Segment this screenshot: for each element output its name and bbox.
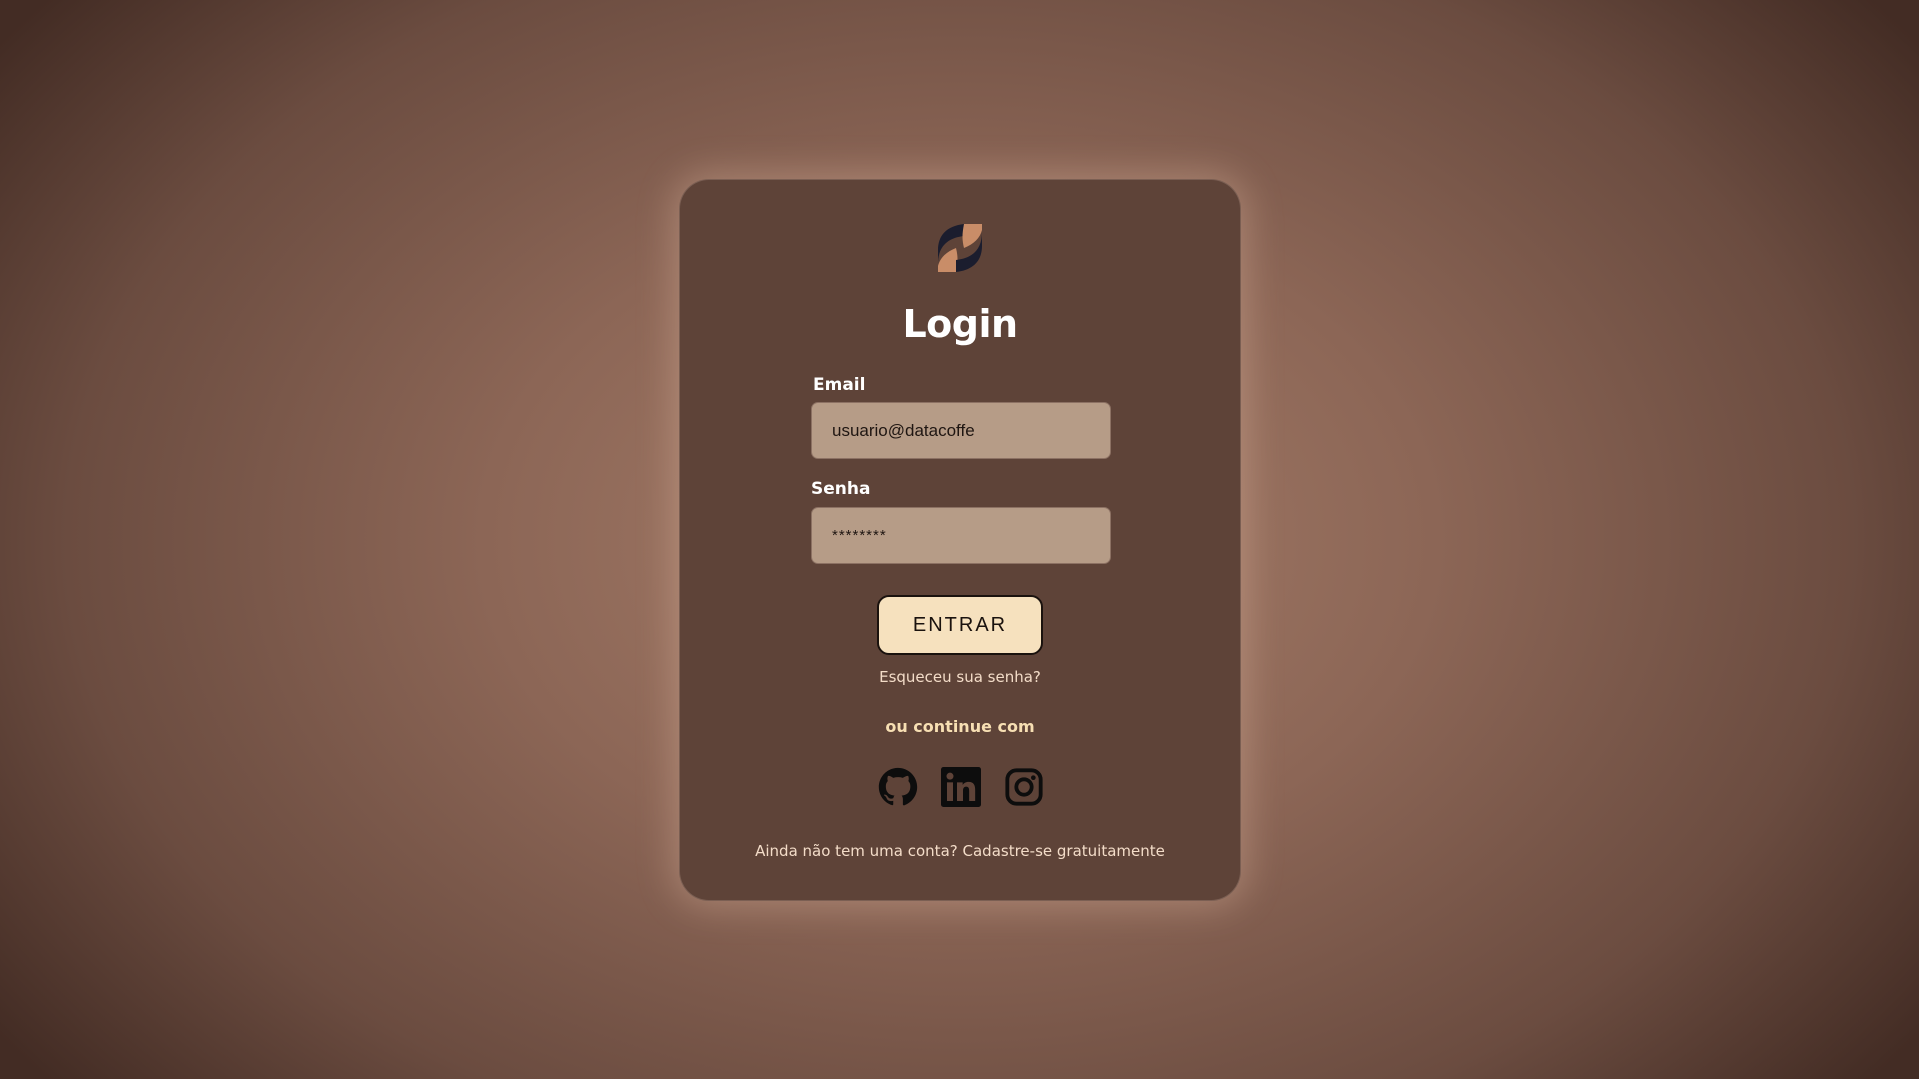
- signup-prompt-text: Ainda não tem uma conta?: [755, 842, 958, 860]
- forgot-password-link[interactable]: Esqueceu sua senha?: [680, 668, 1240, 686]
- password-field[interactable]: [811, 507, 1111, 564]
- social-login-heading: ou continue com: [885, 717, 1035, 736]
- page-title: Login: [902, 302, 1018, 346]
- signup-prompt: Ainda não tem uma conta? Cadastre-se gra…: [680, 842, 1240, 860]
- login-button[interactable]: ENTRAR: [877, 595, 1043, 655]
- signup-link[interactable]: Cadastre-se gratuitamente: [963, 842, 1165, 860]
- double-s-logo-icon: [938, 224, 982, 272]
- instagram-icon[interactable]: [1004, 767, 1044, 807]
- password-label: Senha: [811, 479, 871, 499]
- linkedin-icon[interactable]: [941, 767, 981, 807]
- github-icon[interactable]: [878, 767, 918, 807]
- login-card: Login Email Senha ENTRAR Esqueceu sua se…: [679, 179, 1241, 901]
- email-field[interactable]: [811, 402, 1111, 459]
- email-label: Email: [813, 375, 866, 395]
